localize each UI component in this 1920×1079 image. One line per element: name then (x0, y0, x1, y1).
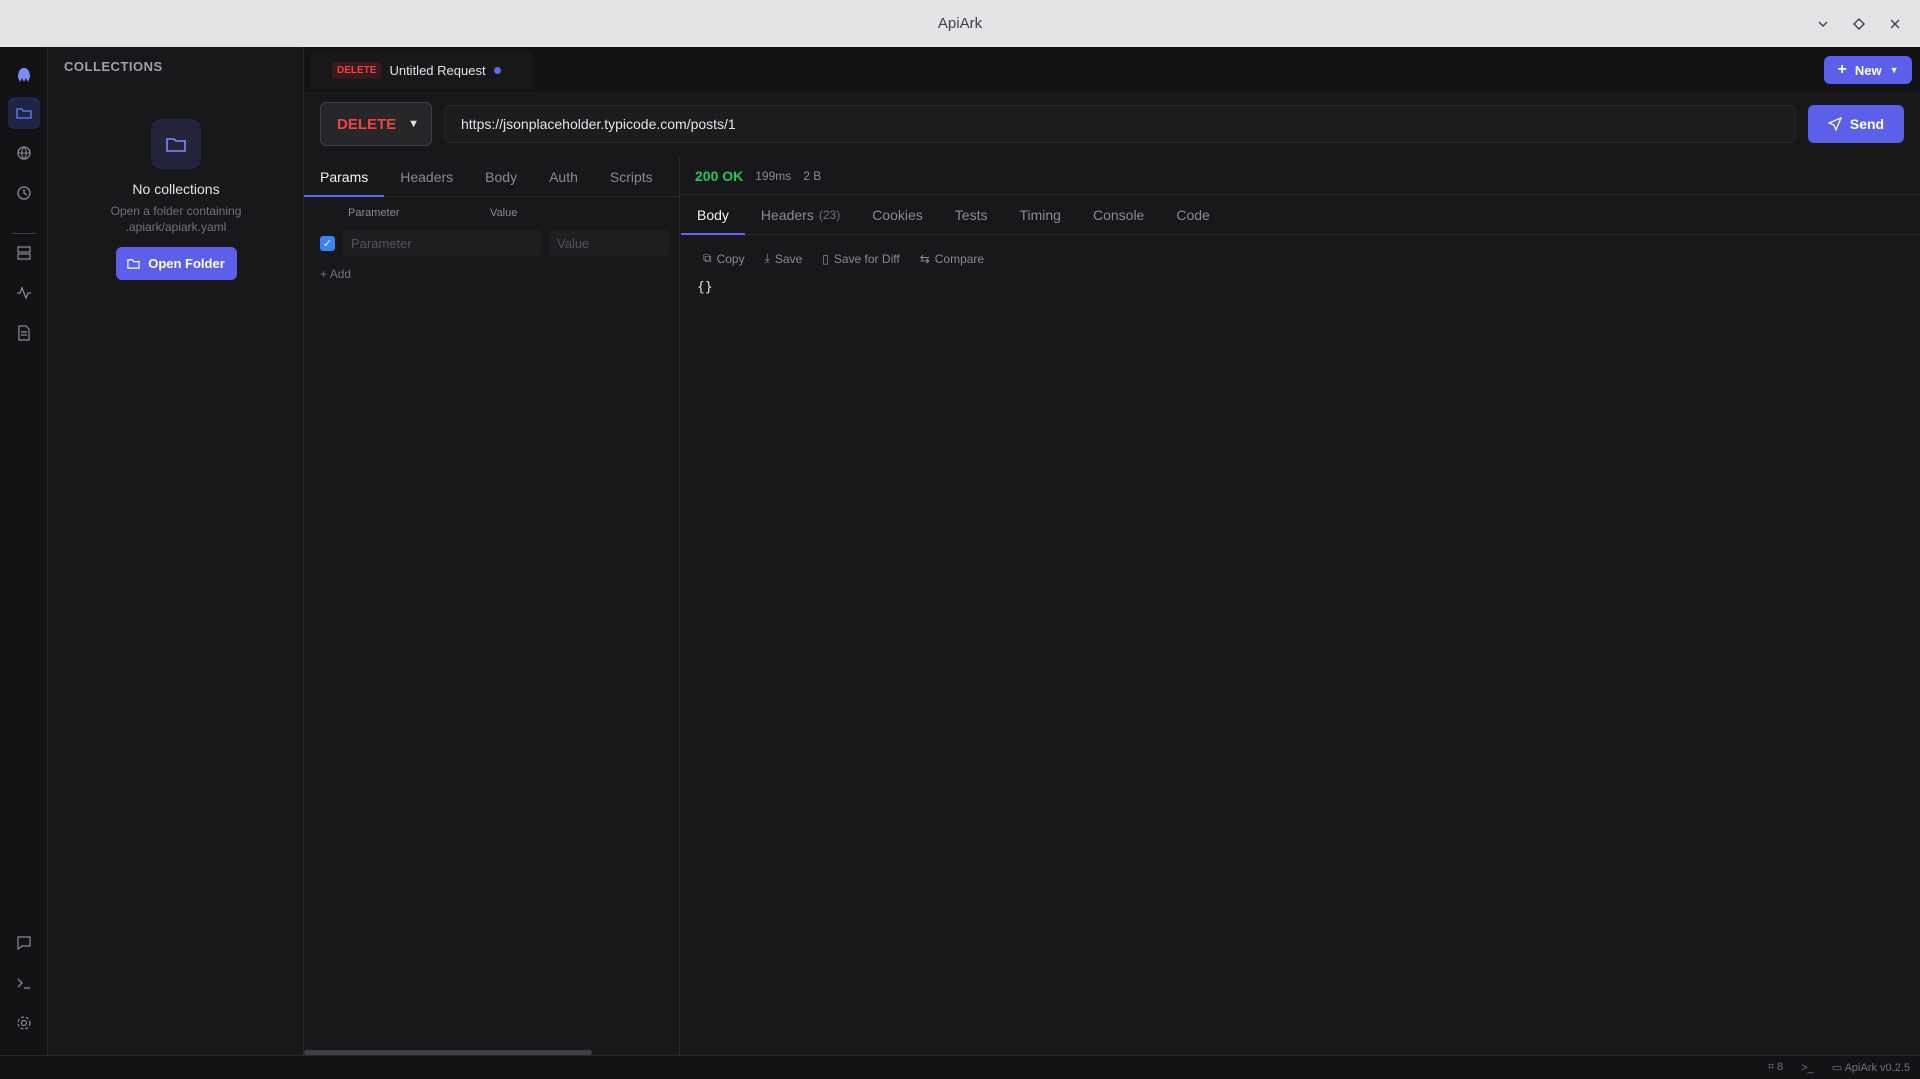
response-size: 2 B (803, 169, 821, 183)
save-button[interactable]: ⤓Save (765, 251, 803, 266)
copy-icon: ⧉ (703, 251, 712, 266)
terminal-toggle-icon[interactable]: >_ (1801, 1062, 1814, 1074)
empty-state: No collections Open a folder containing … (48, 119, 304, 280)
open-folder-button[interactable]: Open Folder (116, 247, 237, 280)
tab-response-body[interactable]: Body (681, 195, 745, 234)
add-label: Add (330, 267, 351, 281)
collections-icon[interactable] (8, 97, 40, 129)
compare-button[interactable]: ⇆Compare (920, 251, 984, 266)
terminal-icon[interactable] (8, 967, 40, 999)
activity-rail (0, 47, 48, 1055)
request-tabbar: DELETE Untitled Request + New ▼ (304, 47, 1920, 92)
new-label: New (1855, 63, 1882, 78)
unsaved-dot-icon (494, 67, 501, 74)
sync-count: ⌗ 8 (1768, 1061, 1783, 1074)
param-row: ✓ Parameter Value (320, 230, 669, 256)
send-button[interactable]: Send (1808, 105, 1904, 143)
close-icon[interactable] (1884, 13, 1906, 35)
maximize-icon[interactable] (1848, 13, 1870, 35)
tab-code[interactable]: Code (1160, 195, 1225, 234)
method-value: DELETE (337, 116, 396, 133)
method-badge: DELETE (332, 62, 381, 79)
value-column-header: Value (490, 207, 517, 219)
status-bar: ⌗ 8 >_ ▭ ApiArk v0.2.5 (0, 1055, 1920, 1079)
tab-timing[interactable]: Timing (1003, 195, 1077, 234)
add-param-button[interactable]: + Add (320, 267, 351, 281)
tab-cookies[interactable]: Cookies (856, 195, 939, 234)
plus-icon: + (1838, 61, 1847, 79)
request-panel: Params Headers Body Auth Scripts Paramet… (304, 157, 680, 1055)
response-time: 199ms (755, 169, 791, 183)
tab-scripts[interactable]: Scripts (594, 157, 669, 196)
caret-down-icon: ▼ (408, 118, 419, 130)
param-value-input[interactable]: Value (549, 230, 669, 256)
activity-icon[interactable] (8, 277, 40, 309)
request-tabs: Params Headers Body Auth Scripts (304, 157, 679, 197)
compare-arrows-icon: ⇆ (920, 252, 930, 266)
url-input[interactable]: https://jsonplaceholder.typicode.com/pos… (444, 105, 1796, 143)
main-area: DELETE Untitled Request + New ▼ DELETE ▼… (304, 47, 1920, 1055)
collections-sidebar: COLLECTIONS No collections Open a folder… (48, 47, 304, 1055)
server-icon[interactable] (8, 237, 40, 269)
collections-header: COLLECTIONS (64, 59, 163, 74)
url-bar: DELETE ▼ https://jsonplaceholder.typicod… (320, 102, 1904, 146)
empty-description: Open a folder containing .apiark/apiark.… (96, 203, 256, 235)
history-icon[interactable] (8, 177, 40, 209)
send-label: Send (1850, 116, 1884, 132)
empty-title: No collections (132, 181, 219, 197)
copy-button[interactable]: ⧉Copy (703, 251, 745, 266)
tab-body[interactable]: Body (469, 157, 533, 196)
tab-response-headers[interactable]: Headers(23) (745, 195, 856, 234)
response-status-bar: 200 OK 199ms 2 B (681, 157, 1920, 195)
tab-console[interactable]: Console (1077, 195, 1160, 234)
folder-icon (127, 257, 140, 270)
tab-headers[interactable]: Headers (384, 157, 469, 196)
chevron-down-icon: ▼ (1890, 65, 1899, 75)
title-bar: ApiArk (0, 0, 1920, 47)
settings-gear-icon[interactable] (8, 1007, 40, 1039)
tab-params[interactable]: Params (304, 157, 384, 196)
minimize-icon[interactable] (1812, 13, 1834, 35)
response-panel: 200 OK 199ms 2 B Body Headers(23) Cookie… (681, 157, 1920, 1055)
document-icon[interactable] (8, 317, 40, 349)
version-label: ▭ ApiArk v0.2.5 (1832, 1061, 1910, 1074)
globe-icon[interactable] (8, 137, 40, 169)
request-tab[interactable]: DELETE Untitled Request (310, 51, 532, 89)
tab-tests[interactable]: Tests (939, 195, 1004, 234)
tab-auth[interactable]: Auth (533, 157, 594, 196)
app-logo-icon (8, 59, 40, 91)
chat-icon[interactable] (8, 927, 40, 959)
open-folder-label: Open Folder (148, 256, 225, 271)
send-icon (1828, 117, 1842, 131)
save-for-diff-button[interactable]: ▯Save for Diff (822, 251, 899, 266)
response-body: {} (681, 266, 1920, 295)
response-tabs: Body Headers(23) Cookies Tests Timing Co… (681, 195, 1920, 235)
method-select[interactable]: DELETE ▼ (320, 102, 432, 146)
headers-count: (23) (819, 208, 840, 222)
param-column-header: Parameter (348, 207, 399, 219)
request-tab-name: Untitled Request (389, 63, 485, 78)
response-tools: ⧉Copy ⤓Save ▯Save for Diff ⇆Compare (681, 235, 1920, 266)
param-enabled-checkbox[interactable]: ✓ (320, 236, 335, 251)
folder-open-icon (151, 119, 201, 169)
new-button[interactable]: + New ▼ (1824, 56, 1912, 84)
param-key-input[interactable]: Parameter (343, 230, 541, 256)
status-code: 200 OK (695, 168, 743, 184)
bookmark-icon: ▯ (822, 252, 829, 266)
download-icon: ⤓ (765, 251, 770, 266)
window-title: ApiArk (938, 15, 982, 32)
